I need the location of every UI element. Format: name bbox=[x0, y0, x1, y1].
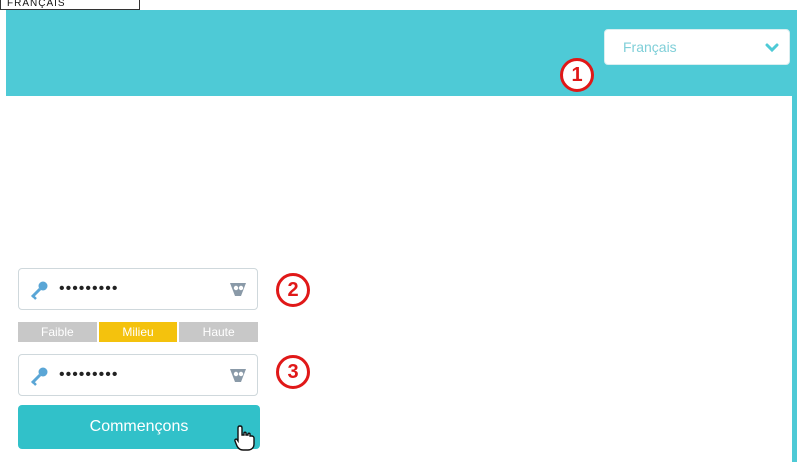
strength-medium: Milieu bbox=[98, 322, 178, 342]
top-label: FRANÇAIS bbox=[0, 0, 140, 10]
show-password-icon[interactable] bbox=[227, 278, 249, 300]
key-icon bbox=[30, 281, 48, 300]
start-button[interactable]: Commençons bbox=[18, 405, 260, 449]
confirm-password-value: ••••••••• bbox=[59, 366, 119, 383]
password-strength-meter: Faible Milieu Haute bbox=[18, 322, 259, 342]
strength-weak: Faible bbox=[18, 322, 97, 342]
confirm-password-field[interactable]: ••••••••• bbox=[18, 354, 258, 396]
language-select-value: Français bbox=[623, 39, 677, 55]
hand-cursor-icon bbox=[234, 425, 255, 451]
step-badge-2: 2 bbox=[276, 273, 310, 307]
password-field[interactable]: ••••••••• bbox=[18, 268, 258, 310]
strength-high: Haute bbox=[179, 322, 259, 342]
step-badge-1: 1 bbox=[560, 58, 594, 92]
show-password-icon[interactable] bbox=[227, 364, 249, 386]
right-divider bbox=[792, 96, 797, 462]
chevron-down-icon bbox=[765, 43, 779, 53]
step-badge-3: 3 bbox=[276, 355, 310, 389]
password-value: ••••••••• bbox=[59, 280, 119, 297]
language-select[interactable]: Français bbox=[604, 29, 790, 65]
key-icon bbox=[30, 367, 48, 386]
